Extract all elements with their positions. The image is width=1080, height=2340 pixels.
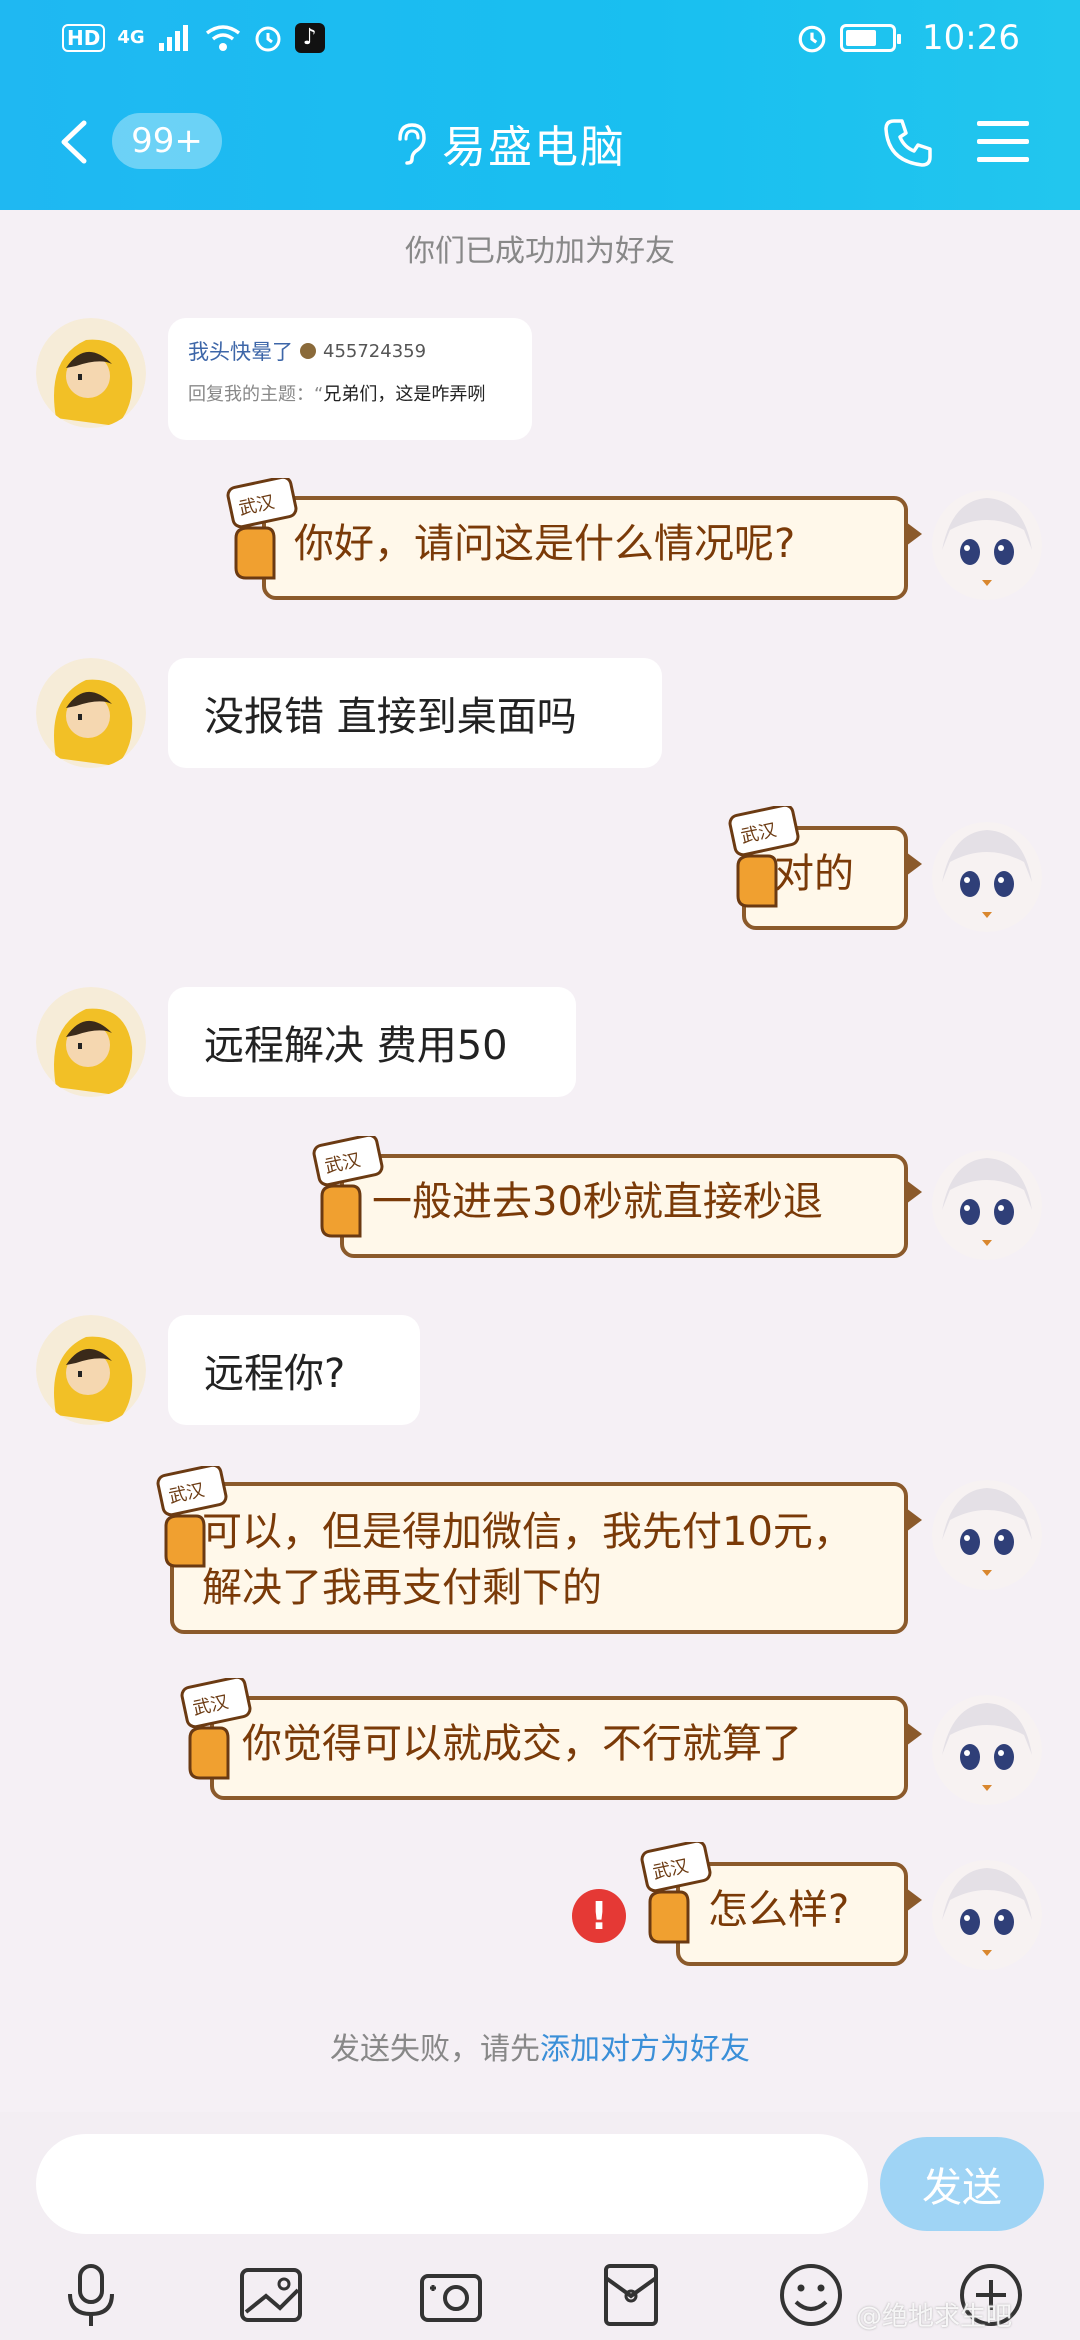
my-avatar[interactable] — [932, 1860, 1042, 1970]
contact-avatar[interactable] — [36, 318, 146, 428]
status-right: 10:26 — [796, 18, 1020, 58]
my-avatar[interactable] — [932, 1150, 1042, 1260]
quoted-post-prefix: 回复我的主题：“ — [188, 384, 324, 405]
bubble-sticker-icon: 武汉 — [226, 478, 298, 580]
red-packet-icon[interactable] — [596, 2260, 666, 2330]
my-avatar[interactable] — [932, 822, 1042, 932]
alarm-icon — [255, 26, 281, 51]
contact-message-bubble[interactable]: 没报错 直接到桌面吗 — [168, 658, 662, 768]
contact-message-bubble[interactable]: 远程解决 费用50 — [168, 987, 576, 1097]
network-type: 4G — [117, 27, 145, 48]
microphone-icon[interactable] — [56, 2260, 126, 2330]
message-text: 你好，请问这是什么情况呢? — [294, 521, 796, 567]
my-avatar[interactable] — [932, 1695, 1042, 1805]
my-message-bubble[interactable]: 你觉得可以就成交，不行就算了 — [210, 1696, 922, 1800]
status-bar: HD 4G ♪ 10:26 — [0, 0, 1080, 75]
quoted-post-author-row: 我头快晕了 455724359 — [188, 336, 512, 366]
send-failed-icon[interactable]: ! — [572, 1889, 626, 1943]
contact-avatar[interactable] — [36, 1315, 146, 1425]
back-arrow-icon[interactable] — [50, 117, 100, 167]
wifi-icon — [205, 24, 240, 51]
message-text: 一般进去30秒就直接秒退 — [372, 1179, 823, 1225]
quoted-post-number: 455724359 — [323, 340, 427, 362]
send-failed-text: 发送失败，请先 — [330, 2032, 540, 2067]
watermark: @绝地求生吧 — [856, 2302, 1013, 2332]
alarm-icon — [798, 25, 826, 52]
quoted-post-author: 我头快晕了 — [188, 340, 293, 364]
send-failed-notice: 发送失败，请先添加对方为好友 — [0, 2024, 1080, 2068]
quoted-post-card[interactable]: 我头快晕了 455724359 回复我的主题：“兄弟们，这是咋弄咧 — [168, 318, 532, 440]
message-text: 可以，但是得加微信，我先付10元，解决了我再支付剩下的 — [202, 1509, 853, 1611]
my-message-bubble[interactable]: 你好，请问这是什么情况呢? — [262, 496, 922, 600]
clock: 10:26 — [922, 17, 1020, 58]
avatar-mini-icon — [300, 343, 316, 359]
my-message-bubble[interactable]: 一般进去30秒就直接秒退 — [340, 1154, 922, 1258]
message-text: 怎么样? — [708, 1887, 850, 1933]
unread-badge[interactable]: 99+ — [112, 113, 222, 169]
emoji-icon[interactable] — [776, 2260, 846, 2330]
phone-icon[interactable] — [880, 115, 936, 171]
quoted-post-topic: 兄弟们，这是咋弄咧 — [323, 384, 486, 405]
message-text: 没报错 直接到桌面吗 — [204, 694, 577, 740]
contact-message-bubble[interactable]: 远程你? — [168, 1315, 420, 1425]
chat-title: 易盛电脑 — [442, 122, 626, 173]
status-left: HD 4G ♪ — [62, 22, 325, 53]
add-friend-link[interactable]: 添加对方为好友 — [540, 2032, 750, 2067]
hd-indicator: HD — [62, 23, 106, 52]
title-group[interactable]: 易盛电脑 — [392, 113, 626, 173]
bubble-sticker-icon: 武汉 — [180, 1678, 252, 1780]
chat-header: HD 4G ♪ 10:26 99+ 易盛电脑 — [0, 0, 1080, 210]
quoted-post-reply-row: 回复我的主题：“兄弟们，这是咋弄咧 — [188, 380, 512, 406]
contact-avatar[interactable] — [36, 987, 146, 1097]
nav-bar: 99+ 易盛电脑 — [0, 95, 1080, 190]
message-text: 远程你? — [204, 1351, 346, 1397]
signal-icon — [158, 24, 188, 51]
picture-icon[interactable] — [236, 2260, 306, 2330]
my-avatar[interactable] — [932, 1480, 1042, 1590]
bubble-sticker-icon: 武汉 — [312, 1136, 384, 1238]
camera-icon[interactable] — [416, 2260, 486, 2330]
my-avatar[interactable] — [932, 490, 1042, 600]
contact-avatar[interactable] — [36, 658, 146, 768]
message-input[interactable] — [36, 2134, 868, 2234]
send-button[interactable]: 发送 — [880, 2137, 1044, 2231]
system-notice-friends: 你们已成功加为好友 — [405, 234, 675, 269]
my-message-bubble[interactable]: 可以，但是得加微信，我先付10元，解决了我再支付剩下的 — [170, 1482, 922, 1634]
bubble-sticker-icon: 武汉 — [728, 806, 800, 908]
menu-icon[interactable] — [975, 117, 1031, 167]
ear-icon — [398, 123, 426, 165]
message-text: 你觉得可以就成交，不行就算了 — [242, 1721, 802, 1767]
bubble-sticker-icon: 武汉 — [156, 1466, 228, 1568]
battery-icon — [840, 23, 902, 52]
bubble-sticker-icon: 武汉 — [640, 1842, 712, 1944]
message-text: 远程解决 费用50 — [204, 1023, 508, 1069]
tiktok-icon: ♪ — [294, 22, 325, 53]
